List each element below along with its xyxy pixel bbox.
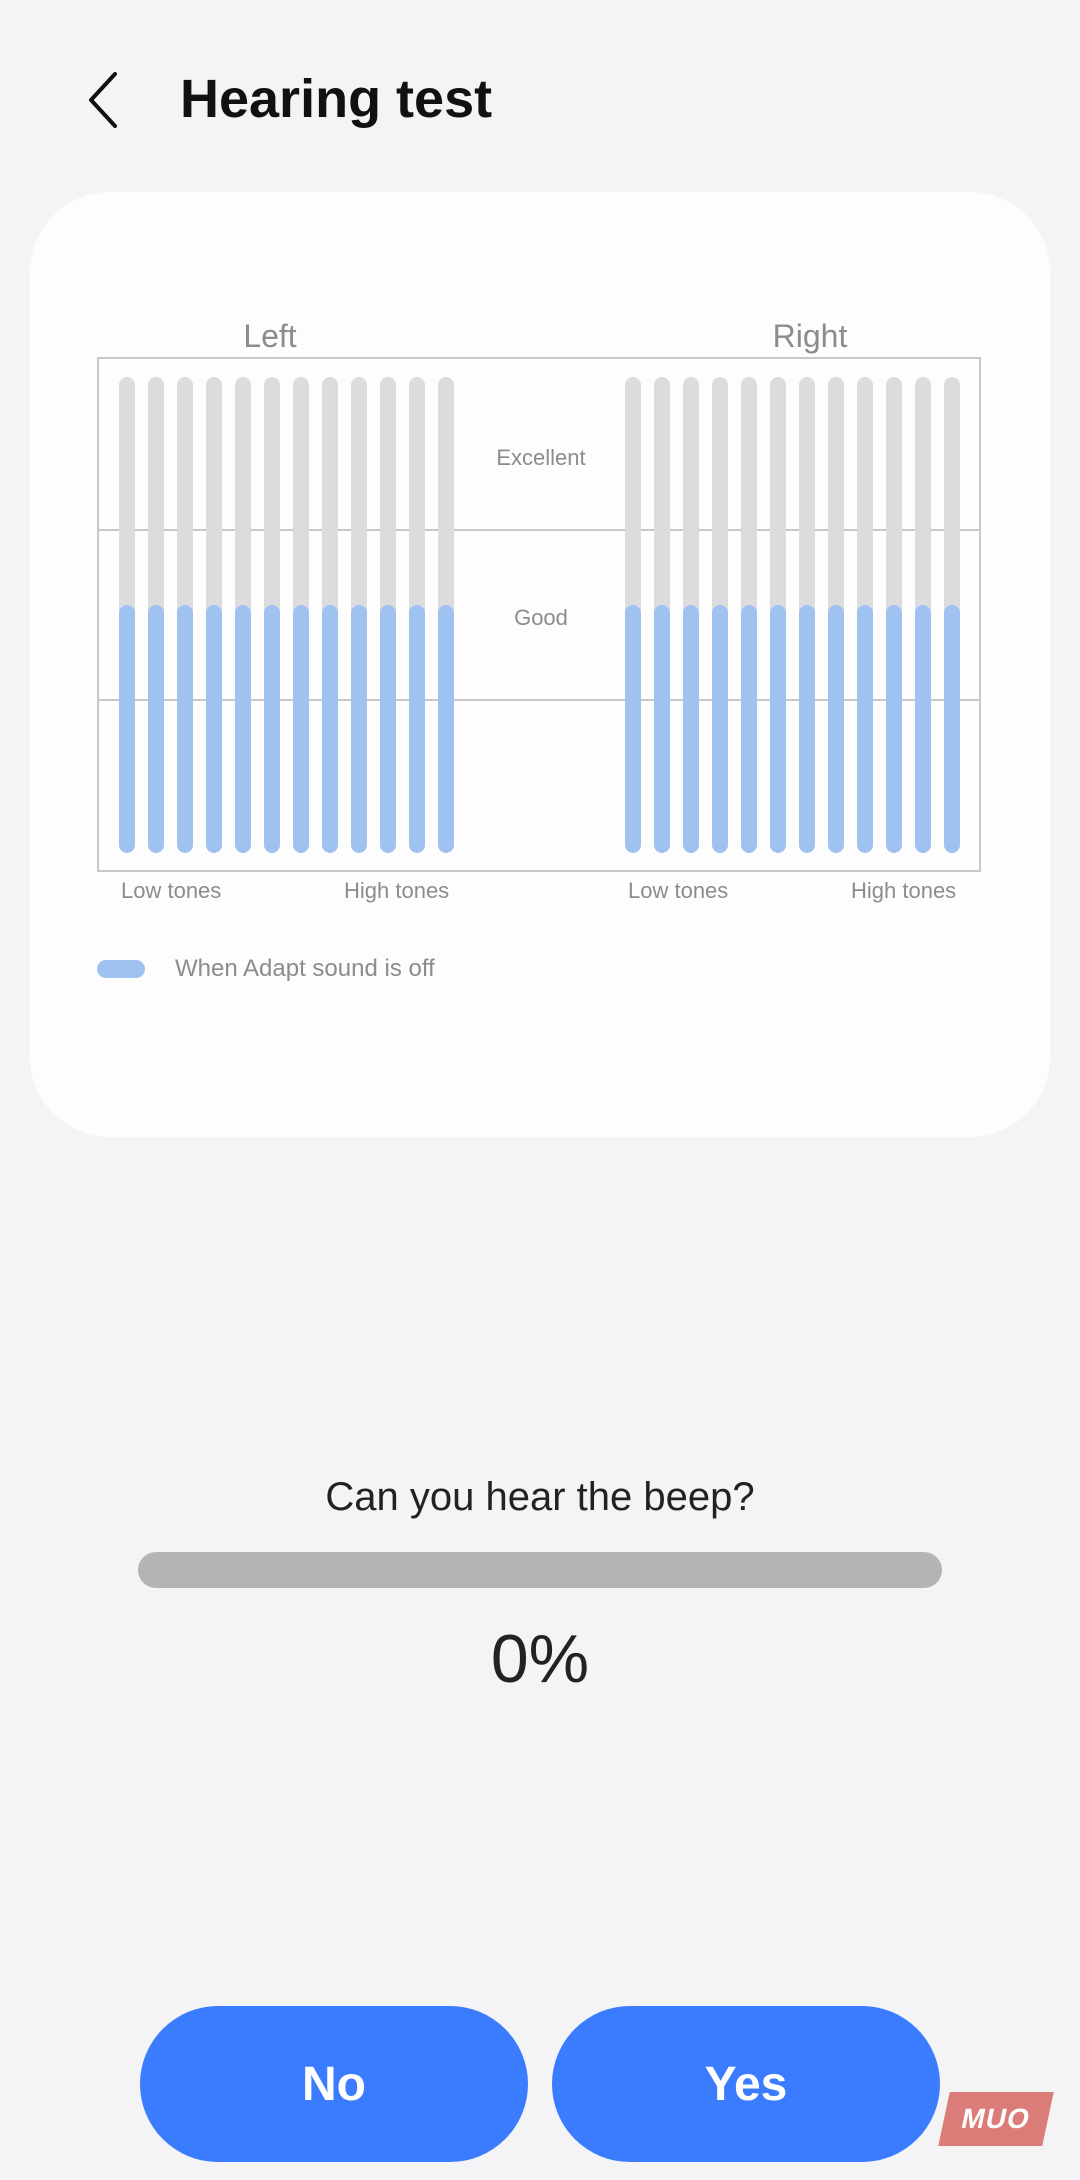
left-tone-bar	[322, 377, 338, 853]
chevron-left-icon	[89, 72, 117, 128]
right-tone-bar	[857, 377, 873, 853]
bar-fill	[351, 605, 367, 853]
excellent-gridline	[99, 529, 979, 531]
right-tone-bar	[828, 377, 844, 853]
bar-fill	[857, 605, 873, 853]
bar-fill	[683, 605, 699, 853]
legend-label: When Adapt sound is off	[175, 955, 435, 982]
bar-fill	[915, 605, 931, 853]
bar-fill	[206, 605, 222, 853]
question-text: Can you hear the beep?	[325, 1475, 755, 1519]
good-gridline	[99, 699, 979, 701]
left-tone-bar	[264, 377, 280, 853]
left-tone-bar	[438, 377, 454, 853]
bar-fill	[625, 605, 641, 853]
left-tone-bar	[206, 377, 222, 853]
bar-fill	[712, 605, 728, 853]
bar-fill	[293, 605, 309, 853]
right-tone-bar	[770, 377, 786, 853]
back-button[interactable]	[70, 60, 140, 140]
legend-swatch	[97, 960, 145, 978]
level-label-excellent: Excellent	[496, 445, 586, 470]
bar-fill	[944, 605, 960, 853]
no-button[interactable]: No	[140, 2006, 528, 2162]
left-tone-bar	[177, 377, 193, 853]
left-ear-label: Left	[243, 318, 297, 354]
left-tone-bar	[380, 377, 396, 853]
bar-fill	[770, 605, 786, 853]
bar-fill	[148, 605, 164, 853]
bar-fill	[119, 605, 135, 853]
bar-fill	[264, 605, 280, 853]
left-tone-bar	[409, 377, 425, 853]
left-tone-bar	[235, 377, 251, 853]
right-tone-bar	[683, 377, 699, 853]
bar-fill	[380, 605, 396, 853]
left-tone-bar	[148, 377, 164, 853]
left-low-tones-label: Low tones	[121, 878, 222, 903]
page-title: Hearing test	[180, 69, 493, 129]
left-tone-bar	[119, 377, 135, 853]
bar-fill	[438, 605, 454, 853]
progress-bar	[138, 1552, 942, 1588]
progress-percent: 0%	[490, 1621, 590, 1697]
bar-fill	[654, 605, 670, 853]
bar-fill	[799, 605, 815, 853]
chart-frame: Excellent Good	[97, 357, 981, 872]
right-ear-label: Right	[772, 318, 848, 354]
watermark-logo: MUO	[938, 2092, 1054, 2146]
yes-button[interactable]: Yes	[552, 2006, 940, 2162]
bar-fill	[409, 605, 425, 853]
left-tone-bar	[293, 377, 309, 853]
right-tone-bar	[741, 377, 757, 853]
right-high-tones-label: High tones	[851, 878, 957, 903]
bar-fill	[741, 605, 757, 853]
right-tone-bar	[654, 377, 670, 853]
right-tone-bar	[944, 377, 960, 853]
right-tone-bar	[625, 377, 641, 853]
level-label-good: Good	[514, 605, 568, 630]
header: Hearing test	[0, 0, 1080, 200]
right-tone-bar	[915, 377, 931, 853]
bar-fill	[828, 605, 844, 853]
left-high-tones-label: High tones	[344, 878, 450, 903]
bar-fill	[235, 605, 251, 853]
bar-fill	[886, 605, 902, 853]
right-tone-bar	[712, 377, 728, 853]
right-tone-bar	[799, 377, 815, 853]
right-tone-bar	[886, 377, 902, 853]
right-low-tones-label: Low tones	[628, 878, 729, 903]
bar-fill	[322, 605, 338, 853]
left-tone-bar	[351, 377, 367, 853]
bar-fill	[177, 605, 193, 853]
